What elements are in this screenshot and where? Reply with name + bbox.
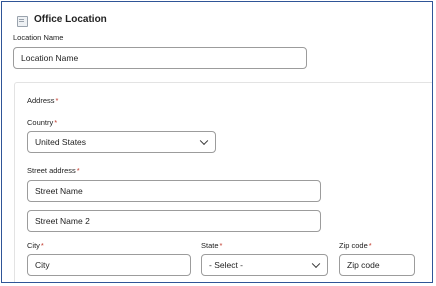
zip-code-value: Zip code <box>347 260 380 270</box>
street-line2-value: Street Name 2 <box>35 216 90 226</box>
state-value: - Select - <box>209 260 244 270</box>
address-heading: Address* <box>27 96 59 105</box>
country-select[interactable]: United States <box>27 131 216 153</box>
location-name-value: Location Name <box>21 53 79 63</box>
city-label: City* <box>27 241 44 250</box>
state-select[interactable]: - Select - <box>201 254 328 276</box>
chevron-down-icon <box>199 136 209 146</box>
building-icon <box>17 16 28 27</box>
street-address-label: Street address* <box>27 166 80 175</box>
street-line2-input[interactable]: Street Name 2 <box>27 210 321 232</box>
street-line1-input[interactable]: Street Name <box>27 180 321 202</box>
street-line1-value: Street Name <box>35 186 83 196</box>
city-value: City <box>35 260 50 270</box>
chevron-down-icon <box>311 259 321 269</box>
section-title: Office Location <box>34 14 107 25</box>
zip-code-input[interactable]: Zip code <box>339 254 415 276</box>
country-value: United States <box>35 137 87 147</box>
office-location-card: Office Location Location Name Location N… <box>1 1 433 283</box>
state-label: State* <box>201 241 223 250</box>
country-label: Country* <box>27 118 58 127</box>
location-name-input[interactable]: Location Name <box>13 47 307 69</box>
location-name-label: Location Name <box>13 33 64 42</box>
zip-code-label: Zip code* <box>339 241 372 250</box>
city-input[interactable]: City <box>27 254 191 276</box>
